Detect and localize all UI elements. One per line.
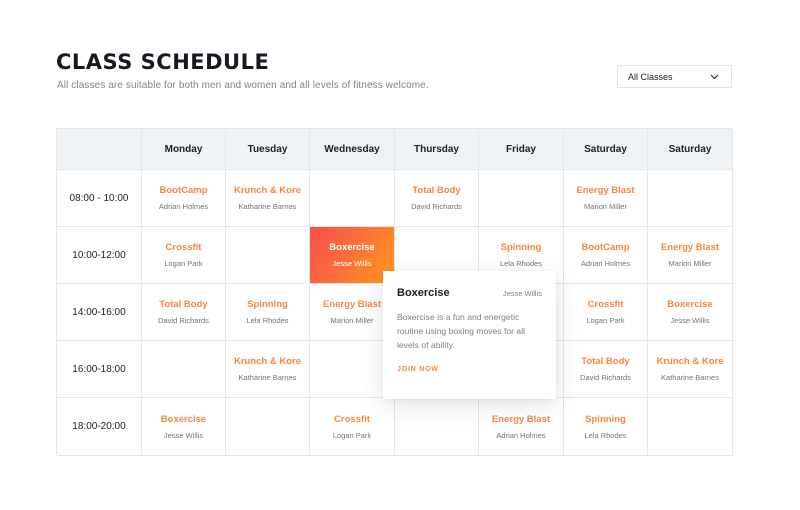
class-trainer: Lela Rhodes	[499, 259, 543, 268]
class-name: Total Body	[412, 185, 461, 196]
popover-description: Boxercise is a fun and energetic routine…	[397, 312, 526, 350]
class-slot[interactable]: Crossfit Logan Park	[310, 398, 395, 456]
class-trainer: David Richards	[411, 202, 462, 211]
class-name: BootCamp	[159, 185, 208, 196]
empty-slot	[142, 341, 226, 398]
class-trainer: Marion Miller	[330, 316, 374, 325]
class-name: Energy Blast	[576, 185, 635, 196]
class-trainer: Marion Miller	[668, 259, 712, 268]
header-corner-cell	[57, 129, 142, 170]
class-trainer: Lela Rhodes	[246, 316, 289, 325]
class-trainer: Katharine Barnes	[661, 373, 719, 382]
page-title: CLASS SCHEDULE	[56, 50, 270, 74]
class-name: BootCamp	[581, 242, 630, 253]
empty-slot	[648, 398, 733, 456]
day-header: Saturday	[648, 129, 733, 170]
class-slot[interactable]: Krunch & Kore Katharine Barnes	[648, 341, 733, 398]
class-trainer: Logan Park	[164, 259, 203, 268]
class-trainer: Logan Park	[332, 430, 372, 440]
class-name: Spinning	[500, 242, 542, 253]
day-header: Monday	[142, 129, 226, 170]
class-name: Krunch & Kore	[233, 356, 302, 367]
class-trainer: Adrian Holmes	[496, 430, 546, 440]
time-slot-label: 18:00-20:00	[57, 398, 142, 456]
class-name: Crossfit	[587, 299, 624, 310]
class-slot[interactable]: Total Body David Richards	[564, 341, 648, 398]
time-slot-label: 14:00-16:00	[57, 284, 142, 341]
class-slot[interactable]: BootCamp Adrian Holmes	[142, 170, 226, 227]
class-slot[interactable]: Total Body David Richards	[142, 284, 226, 341]
empty-slot	[648, 170, 733, 227]
class-trainer: Katharine Barnes	[238, 202, 297, 211]
class-name: Total Body	[581, 356, 630, 367]
class-name: Energy Blast	[660, 242, 720, 253]
class-trainer: Marion Miller	[584, 202, 627, 211]
class-name: Krunch & Kore	[656, 356, 724, 367]
class-slot[interactable]: Spinning Lela Rhodes	[226, 284, 310, 341]
time-slot-label: 08:00 - 10:00	[57, 170, 142, 227]
day-header: Thursday	[395, 129, 479, 170]
class-slot[interactable]: Energy Blast Adrian Holmes	[479, 398, 564, 456]
class-name: Krunch & Kore	[233, 185, 302, 196]
day-header: Saturday	[564, 129, 648, 170]
popover-trainer: Jesse Willis	[502, 289, 542, 298]
class-slot[interactable]: Crossfit Logan Park	[564, 284, 648, 341]
empty-slot	[226, 227, 310, 284]
class-name: Boxercise	[667, 299, 713, 310]
class-slot[interactable]: BootCamp Adrian Holmes	[564, 227, 648, 284]
page-subtitle: All classes are suitable for both men an…	[57, 80, 429, 91]
time-slot-label: 10:00-12:00	[57, 227, 142, 284]
class-trainer: David Richards	[580, 373, 631, 382]
filter-selected-label: All Classes	[628, 71, 673, 82]
class-name: Total Body	[159, 299, 208, 310]
class-name: Spinning	[585, 413, 626, 425]
chevron-down-icon	[709, 72, 719, 82]
class-trainer: Adrian Holmes	[158, 202, 209, 211]
class-name: Boxercise	[160, 413, 207, 425]
class-slot[interactable]: Energy Blast Marion Miller	[648, 227, 733, 284]
class-trainer: Katharine Barnes	[238, 373, 297, 382]
empty-slot	[479, 170, 564, 227]
class-name: Boxercise	[329, 242, 375, 253]
class-trainer: Jesse Willis	[670, 316, 710, 325]
class-filter-dropdown[interactable]: All Classes	[617, 65, 732, 88]
class-trainer: Jesse Willis	[163, 430, 204, 440]
class-slot[interactable]: Krunch & Kore Katharine Barnes	[226, 341, 310, 398]
class-slot[interactable]: Boxercise Jesse Willis	[648, 284, 733, 341]
class-name: Energy Blast	[322, 299, 382, 310]
day-header: Tuesday	[226, 129, 310, 170]
class-slot[interactable]: Spinning Lela Rhodes	[564, 398, 648, 456]
class-name: Energy Blast	[491, 413, 551, 425]
class-trainer: Jesse Willis	[332, 259, 372, 268]
class-name: Crossfit	[334, 413, 370, 425]
empty-slot	[226, 398, 310, 456]
class-slot[interactable]: Crossfit Logan Park	[142, 227, 226, 284]
popover-title: Boxercise	[397, 287, 450, 299]
class-trainer: Lela Rhodes	[584, 430, 627, 440]
class-trainer: David Richards	[158, 316, 209, 325]
class-slot[interactable]: Energy Blast Marion Miller	[564, 170, 648, 227]
empty-slot	[310, 170, 395, 227]
class-name: Crossfit	[165, 242, 202, 253]
class-detail-popover: Boxercise Jesse Willis Boxercise is a fu…	[383, 271, 556, 399]
class-slot[interactable]: Krunch & Kore Katharine Barnes	[226, 170, 310, 227]
day-header: Wednesday	[310, 129, 395, 170]
class-trainer: Adrian Holmes	[580, 259, 631, 268]
day-header: Friday	[479, 129, 564, 170]
class-name: Spinning	[247, 299, 288, 310]
time-slot-label: 16:00-18:00	[57, 341, 142, 398]
class-trainer: Logan Park	[586, 316, 625, 325]
class-slot[interactable]: Boxercise Jesse Willis	[142, 398, 226, 456]
class-slot[interactable]: Total Body David Richards	[395, 170, 479, 227]
empty-slot	[395, 398, 479, 456]
join-now-link[interactable]: JOIN NOW	[397, 366, 439, 373]
